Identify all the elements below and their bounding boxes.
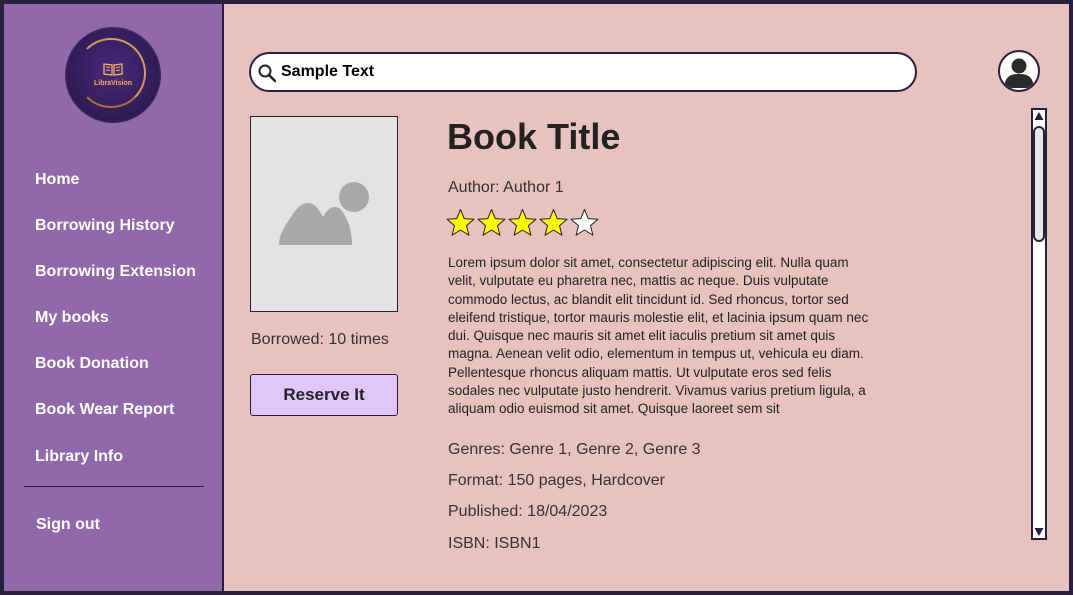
vertical-scrollbar[interactable] [1031, 108, 1047, 540]
sidebar-item-book-wear-report[interactable]: Book Wear Report [35, 401, 174, 419]
book-title: Book Title [447, 116, 621, 157]
star-filled-icon [539, 209, 568, 236]
sidebar-item-book-donation[interactable]: Book Donation [35, 355, 149, 373]
scroll-down-button[interactable] [1033, 526, 1045, 538]
sidebar-divider [24, 486, 204, 487]
borrowed-count: Borrowed: 10 times [251, 331, 389, 348]
book-isbn: ISBN: ISBN1 [448, 535, 541, 552]
reserve-button[interactable]: Reserve It [250, 374, 398, 416]
app-logo[interactable]: LibraVision [66, 28, 160, 122]
search-bar [249, 52, 917, 92]
user-avatar[interactable] [998, 50, 1040, 92]
sidebar-item-my-books[interactable]: My books [35, 309, 109, 327]
star-filled-icon [508, 209, 537, 236]
star-empty-icon [570, 209, 599, 236]
scroll-up-button[interactable] [1033, 110, 1045, 122]
star-rating [446, 208, 599, 237]
scroll-thumb[interactable] [1033, 126, 1045, 242]
user-avatar-icon [1004, 58, 1034, 88]
star-filled-icon [446, 209, 475, 236]
sidebar-item-library-info[interactable]: Library Info [35, 448, 123, 466]
sidebar: LibraVision Home Borrowing History Borro… [4, 4, 224, 591]
sidebar-item-borrowing-extension[interactable]: Borrowing Extension [35, 263, 196, 281]
app-window: LibraVision Home Borrowing History Borro… [0, 0, 1073, 595]
book-published: Published: 18/04/2023 [448, 503, 608, 520]
sidebar-item-borrowing-history[interactable]: Borrowing History [35, 217, 175, 235]
book-description: Lorem ipsum dolor sit amet, consectetur … [448, 255, 869, 417]
book-genres: Genres: Genre 1, Genre 2, Genre 3 [448, 441, 701, 458]
triangle-up-icon [1034, 112, 1044, 120]
search-icon[interactable] [257, 63, 277, 83]
book-format: Format: 150 pages, Hardcover [448, 472, 665, 489]
image-placeholder-icon [279, 182, 369, 245]
book-author: Author: Author 1 [448, 179, 564, 196]
book-cover-image [250, 116, 398, 312]
triangle-down-icon [1034, 528, 1044, 536]
search-input[interactable] [281, 58, 881, 86]
star-filled-icon [477, 209, 506, 236]
book-logo-icon [103, 63, 123, 76]
sidebar-item-home[interactable]: Home [35, 171, 79, 189]
sign-out-button[interactable]: Sign out [36, 516, 100, 534]
logo-text: LibraVision [94, 80, 132, 87]
